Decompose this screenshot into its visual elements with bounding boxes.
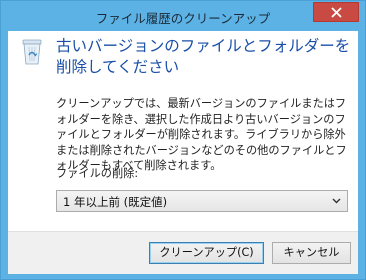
- delete-files-value: 1 年以上前 (既定値): [63, 195, 168, 209]
- button-bar: クリーンアップ(C) キャンセル: [8, 231, 358, 274]
- chevron-down-icon: [332, 198, 341, 204]
- recycle-bin-icon: [22, 39, 42, 65]
- cleanup-button[interactable]: クリーンアップ(C): [149, 242, 264, 264]
- close-button[interactable]: [313, 2, 359, 22]
- dialog-content: 古いバージョンのファイルとフォルダーを削除してください クリーンアップでは、最新…: [8, 31, 358, 274]
- window-title: ファイル履歴のクリーンアップ: [95, 11, 271, 26]
- dialog-heading: 古いバージョンのファイルとフォルダーを削除してください: [56, 37, 351, 76]
- cancel-button[interactable]: キャンセル: [272, 242, 351, 264]
- delete-files-select[interactable]: 1 年以上前 (既定値): [56, 190, 348, 212]
- close-icon: [331, 7, 342, 18]
- dialog-window: ファイル履歴のクリーンアップ 古いバージョンのファイルとフォルダーを削除してくだ…: [0, 0, 366, 280]
- dialog-description: クリーンアップでは、最新バージョンのファイルまたはフォルダーを除き、選択した作成…: [56, 97, 347, 172]
- title-bar[interactable]: ファイル履歴のクリーンアップ: [1, 1, 365, 31]
- delete-files-label: ファイルの削除:: [56, 167, 139, 180]
